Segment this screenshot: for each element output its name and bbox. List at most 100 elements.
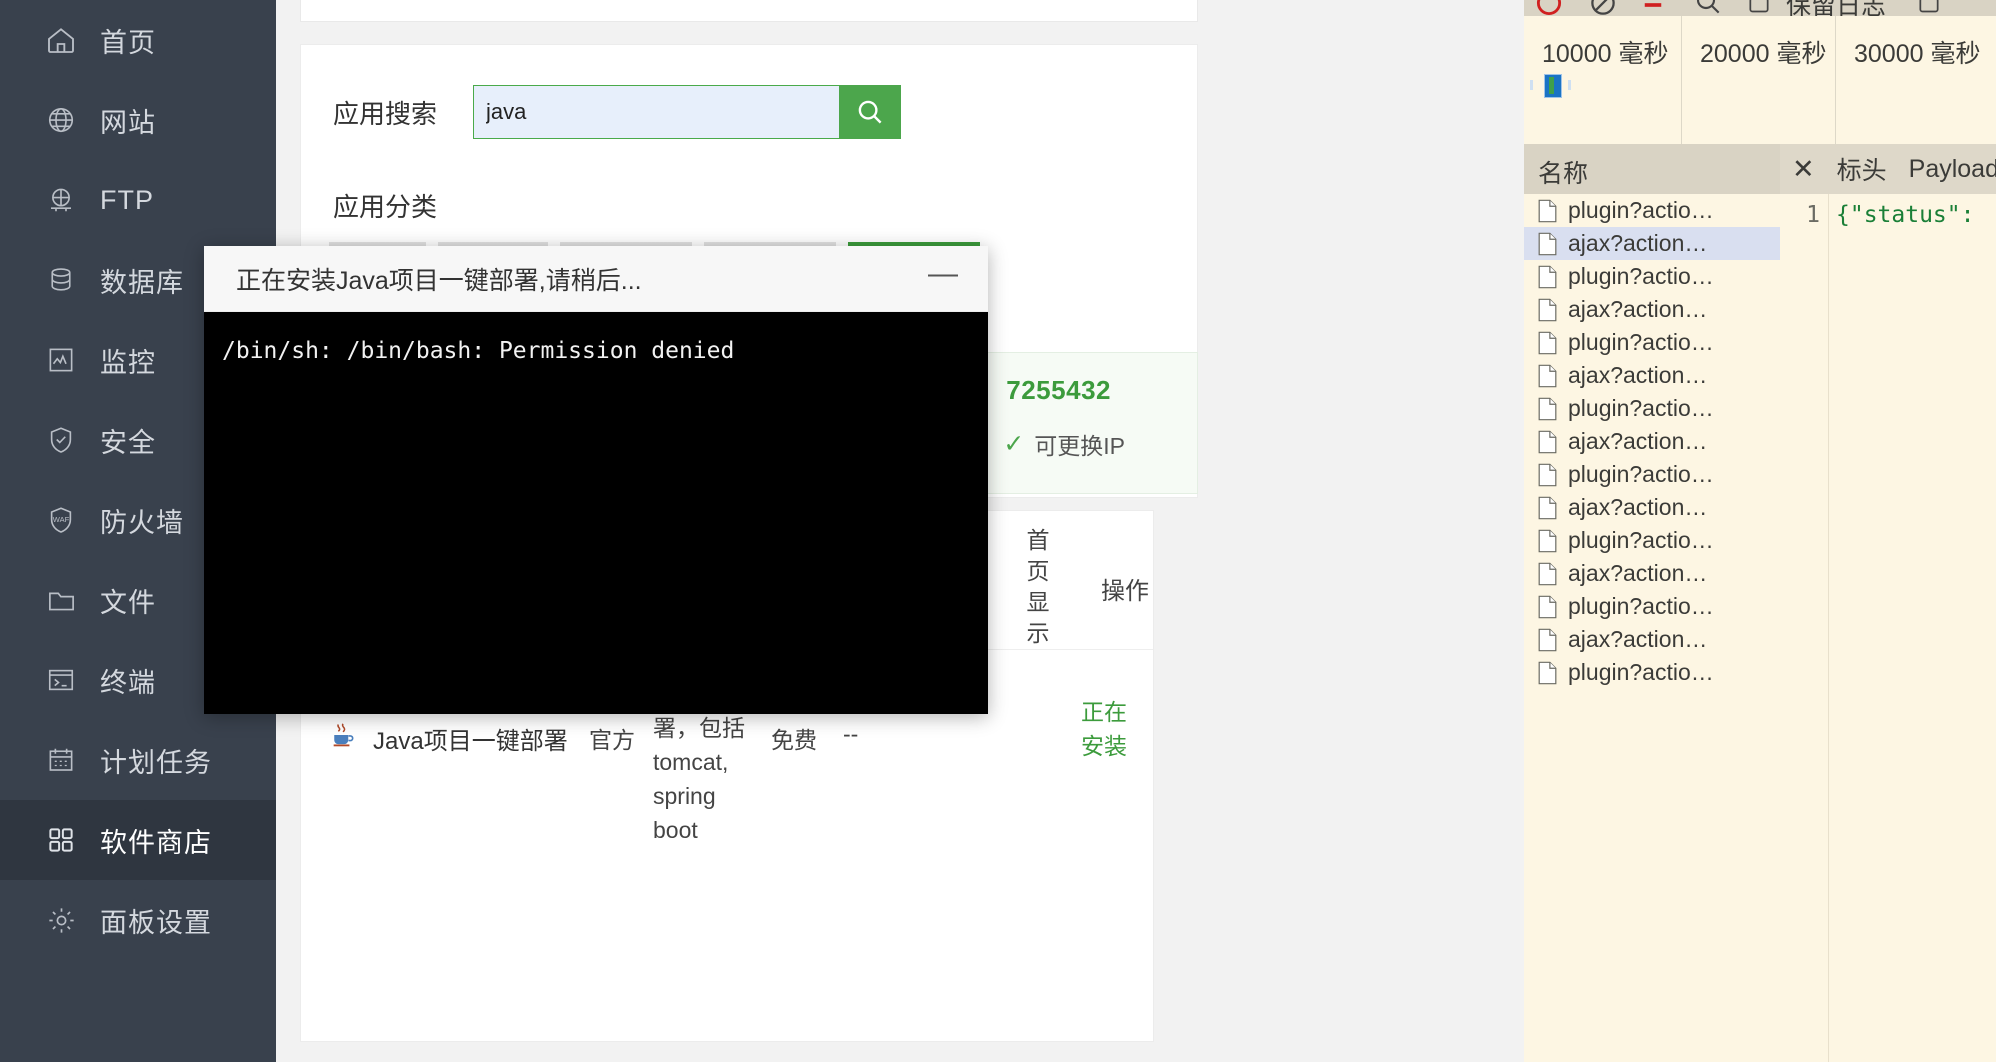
request-name: plugin?actio… [1568,395,1714,421]
sidebar-item-label: 软件商店 [100,827,212,858]
timeline-tick-mark [1568,80,1571,90]
list-item[interactable]: plugin?actio… [1524,326,1780,359]
list-item[interactable]: plugin?actio… [1524,590,1780,623]
search-button[interactable] [839,85,902,139]
list-item[interactable]: ajax?action… [1524,425,1780,458]
list-item[interactable]: ajax?action… [1524,227,1780,260]
java-coffee-icon [329,721,357,749]
request-name: ajax?action… [1568,560,1708,586]
sidebar-item-app-store[interactable]: 软件商店 [0,800,276,880]
sidebar-item-label: 计划任务 [100,747,212,778]
sidebar-item-home[interactable]: 首页 [0,0,276,80]
timeline-tick-label: 20000 毫秒 [1700,40,1827,68]
response-payload-text: {"status": [1836,202,1975,228]
search-input[interactable] [473,85,840,139]
devtools-toolbar: 保留日志 [1524,0,1996,20]
search-label: 应用搜索 [333,98,438,129]
request-name: plugin?actio… [1568,329,1714,355]
document-icon [1538,529,1557,553]
table-header-homepage-display: 首页显示 [1026,527,1050,646]
timeline-column-20000: 20000 毫秒 [1682,16,1836,144]
timeline-tick-label: 30000 毫秒 [1854,40,1981,68]
document-icon [1538,628,1557,652]
sidebar-item-panel-settings[interactable]: 面板设置 [0,880,276,960]
monitor-chart-icon [44,343,78,377]
timeline-column-30000: 30000 毫秒 [1836,16,1996,144]
ip-value: 7255432 [1006,375,1111,405]
waf-shield-icon: WAF [44,503,78,537]
document-icon [1538,364,1557,388]
app-price: 免费 [771,727,817,753]
shield-check-icon [44,423,78,457]
list-item[interactable]: plugin?actio… [1524,260,1780,293]
search-row: 应用搜索 [301,45,1197,139]
tab-headers[interactable]: 标头 [1837,151,1887,187]
network-timeline[interactable]: 10000 毫秒 20000 毫秒 30000 毫秒 [1524,16,1996,144]
request-name: ajax?action… [1568,296,1708,322]
request-detail-tabs: ✕ 标头 Payload [1780,144,1996,194]
sidebar-item-label: 文件 [100,587,156,618]
sidebar-item-label: 终端 [100,667,156,698]
list-item[interactable]: plugin?actio… [1524,194,1780,227]
category-title: 应用分类 [333,192,438,222]
list-item[interactable]: plugin?actio… [1524,392,1780,425]
sidebar-item-website[interactable]: 网站 [0,80,276,160]
dialog-title: 正在安装Java项目一键部署,请稍后... [236,266,642,295]
grid-apps-icon [44,823,78,857]
timeline-column-10000: 10000 毫秒 [1524,16,1682,144]
sidebar-item-label: 网站 [100,107,156,138]
search-icon [855,97,885,127]
request-name: plugin?actio… [1568,263,1714,289]
app-source: 官方 [589,727,635,753]
document-icon [1538,463,1557,487]
minimize-icon[interactable]: — [920,258,966,299]
list-item[interactable]: ajax?action… [1524,557,1780,590]
document-icon [1538,232,1557,256]
terminal-icon [44,663,78,697]
document-icon [1538,199,1557,223]
list-item[interactable]: plugin?actio… [1524,656,1780,689]
request-name: plugin?actio… [1568,659,1714,685]
sidebar-item-label: 安全 [100,427,156,458]
database-icon [44,263,78,297]
close-icon[interactable]: ✕ [1792,155,1815,183]
tab-payload[interactable]: Payload [1909,155,1996,184]
sidebar-item-label: 防火墙 [100,507,184,538]
terminal-output-panel[interactable]: /bin/sh: /bin/bash: Permission denied [204,312,988,714]
request-name: ajax?action… [1568,494,1708,520]
dialog-header: 正在安装Java项目一键部署,请稍后... — [204,246,988,312]
request-detail-pane: 1 {"status": [1780,194,1996,1062]
list-item[interactable]: ajax?action… [1524,293,1780,326]
change-ip-row[interactable]: ✓ 可更换IP [1003,427,1125,461]
table-header-operation: 操作 [1101,578,1149,605]
install-progress-dialog: 正在安装Java项目一键部署,请稍后... — /bin/sh: /bin/ba… [204,246,988,714]
document-icon [1538,397,1557,421]
top-card [300,0,1198,22]
request-name: ajax?action… [1568,428,1708,454]
sidebar-item-label: 监控 [100,347,156,378]
request-name: ajax?action… [1568,362,1708,388]
list-item[interactable]: ajax?action… [1524,359,1780,392]
list-item[interactable]: ajax?action… [1524,491,1780,524]
list-item[interactable]: plugin?actio… [1524,458,1780,491]
list-item[interactable]: plugin?actio… [1524,524,1780,557]
request-name: plugin?actio… [1568,461,1714,487]
ftp-icon [44,183,78,217]
document-icon [1538,595,1557,619]
timeline-tick-mark [1530,80,1533,90]
sidebar-item-label: 面板设置 [100,907,212,938]
timeline-tick-label: 10000 毫秒 [1542,40,1669,68]
sidebar-item-cron[interactable]: 计划任务 [0,720,276,800]
app-description: 署，包括 tomcat, spring boot [653,715,745,843]
request-list[interactable]: plugin?actio… ajax?action… plugin?actio…… [1524,194,1780,1062]
globe-icon [44,103,78,137]
timeline-request-bar[interactable] [1544,74,1562,98]
terminal-output-text: /bin/sh: /bin/bash: Permission denied [222,338,735,364]
document-icon [1538,331,1557,355]
change-ip-label: 可更换IP [1034,433,1125,459]
sidebar-item-ftp[interactable]: FTP [0,160,276,240]
list-item[interactable]: ajax?action… [1524,623,1780,656]
document-icon [1538,430,1557,454]
check-icon: ✓ [1003,430,1025,458]
sidebar-item-label: 数据库 [100,267,184,298]
